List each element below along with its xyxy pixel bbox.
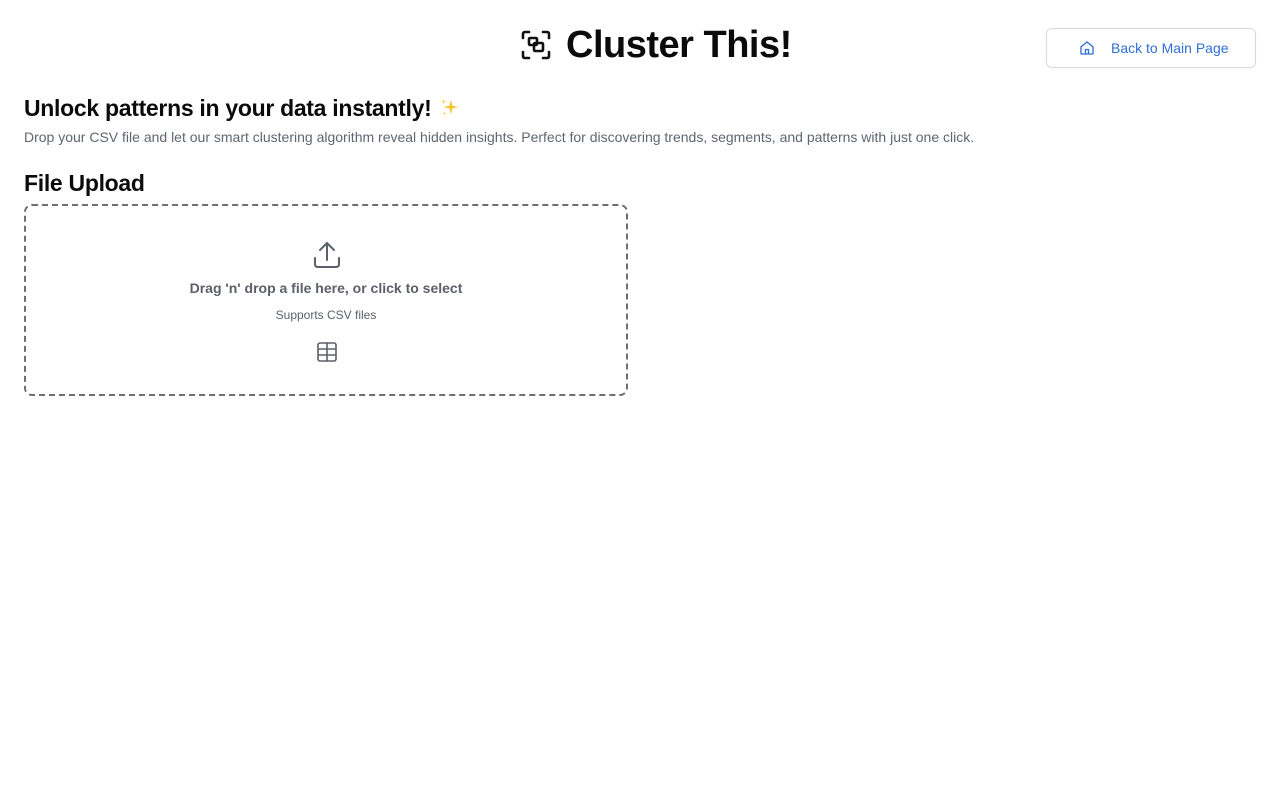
home-icon bbox=[1080, 41, 1094, 55]
header: Cluster This! Back to Main Page bbox=[0, 0, 1280, 90]
file-dropzone[interactable]: Drag 'n' drop a file here, or click to s… bbox=[24, 204, 628, 396]
file-upload-title: File Upload bbox=[24, 170, 145, 196]
back-to-main-page-button[interactable]: Back to Main Page bbox=[1046, 28, 1256, 68]
dropzone-primary-text: Drag 'n' drop a file here, or click to s… bbox=[189, 280, 463, 296]
back-button-label: Back to Main Page bbox=[1111, 40, 1229, 56]
intro-description: Drop your CSV file and let our smart clu… bbox=[24, 129, 975, 145]
intro-section: Unlock patterns in your data instantly! … bbox=[24, 93, 1256, 146]
intro-headline-text: Unlock patterns in your data instantly! bbox=[24, 94, 432, 121]
app-title-group: Cluster This! bbox=[520, 22, 792, 68]
sparkles-icon bbox=[441, 98, 459, 116]
table-icon bbox=[317, 342, 337, 362]
intro-headline: Unlock patterns in your data instantly! bbox=[24, 93, 1256, 123]
dropzone-secondary-text: Supports CSV files bbox=[275, 308, 377, 322]
page: Cluster This! Back to Main Page Unlock p… bbox=[0, 0, 1280, 800]
app-title: Cluster This! bbox=[566, 23, 792, 66]
scan-frame-icon bbox=[521, 30, 551, 60]
upload-icon bbox=[314, 242, 340, 268]
